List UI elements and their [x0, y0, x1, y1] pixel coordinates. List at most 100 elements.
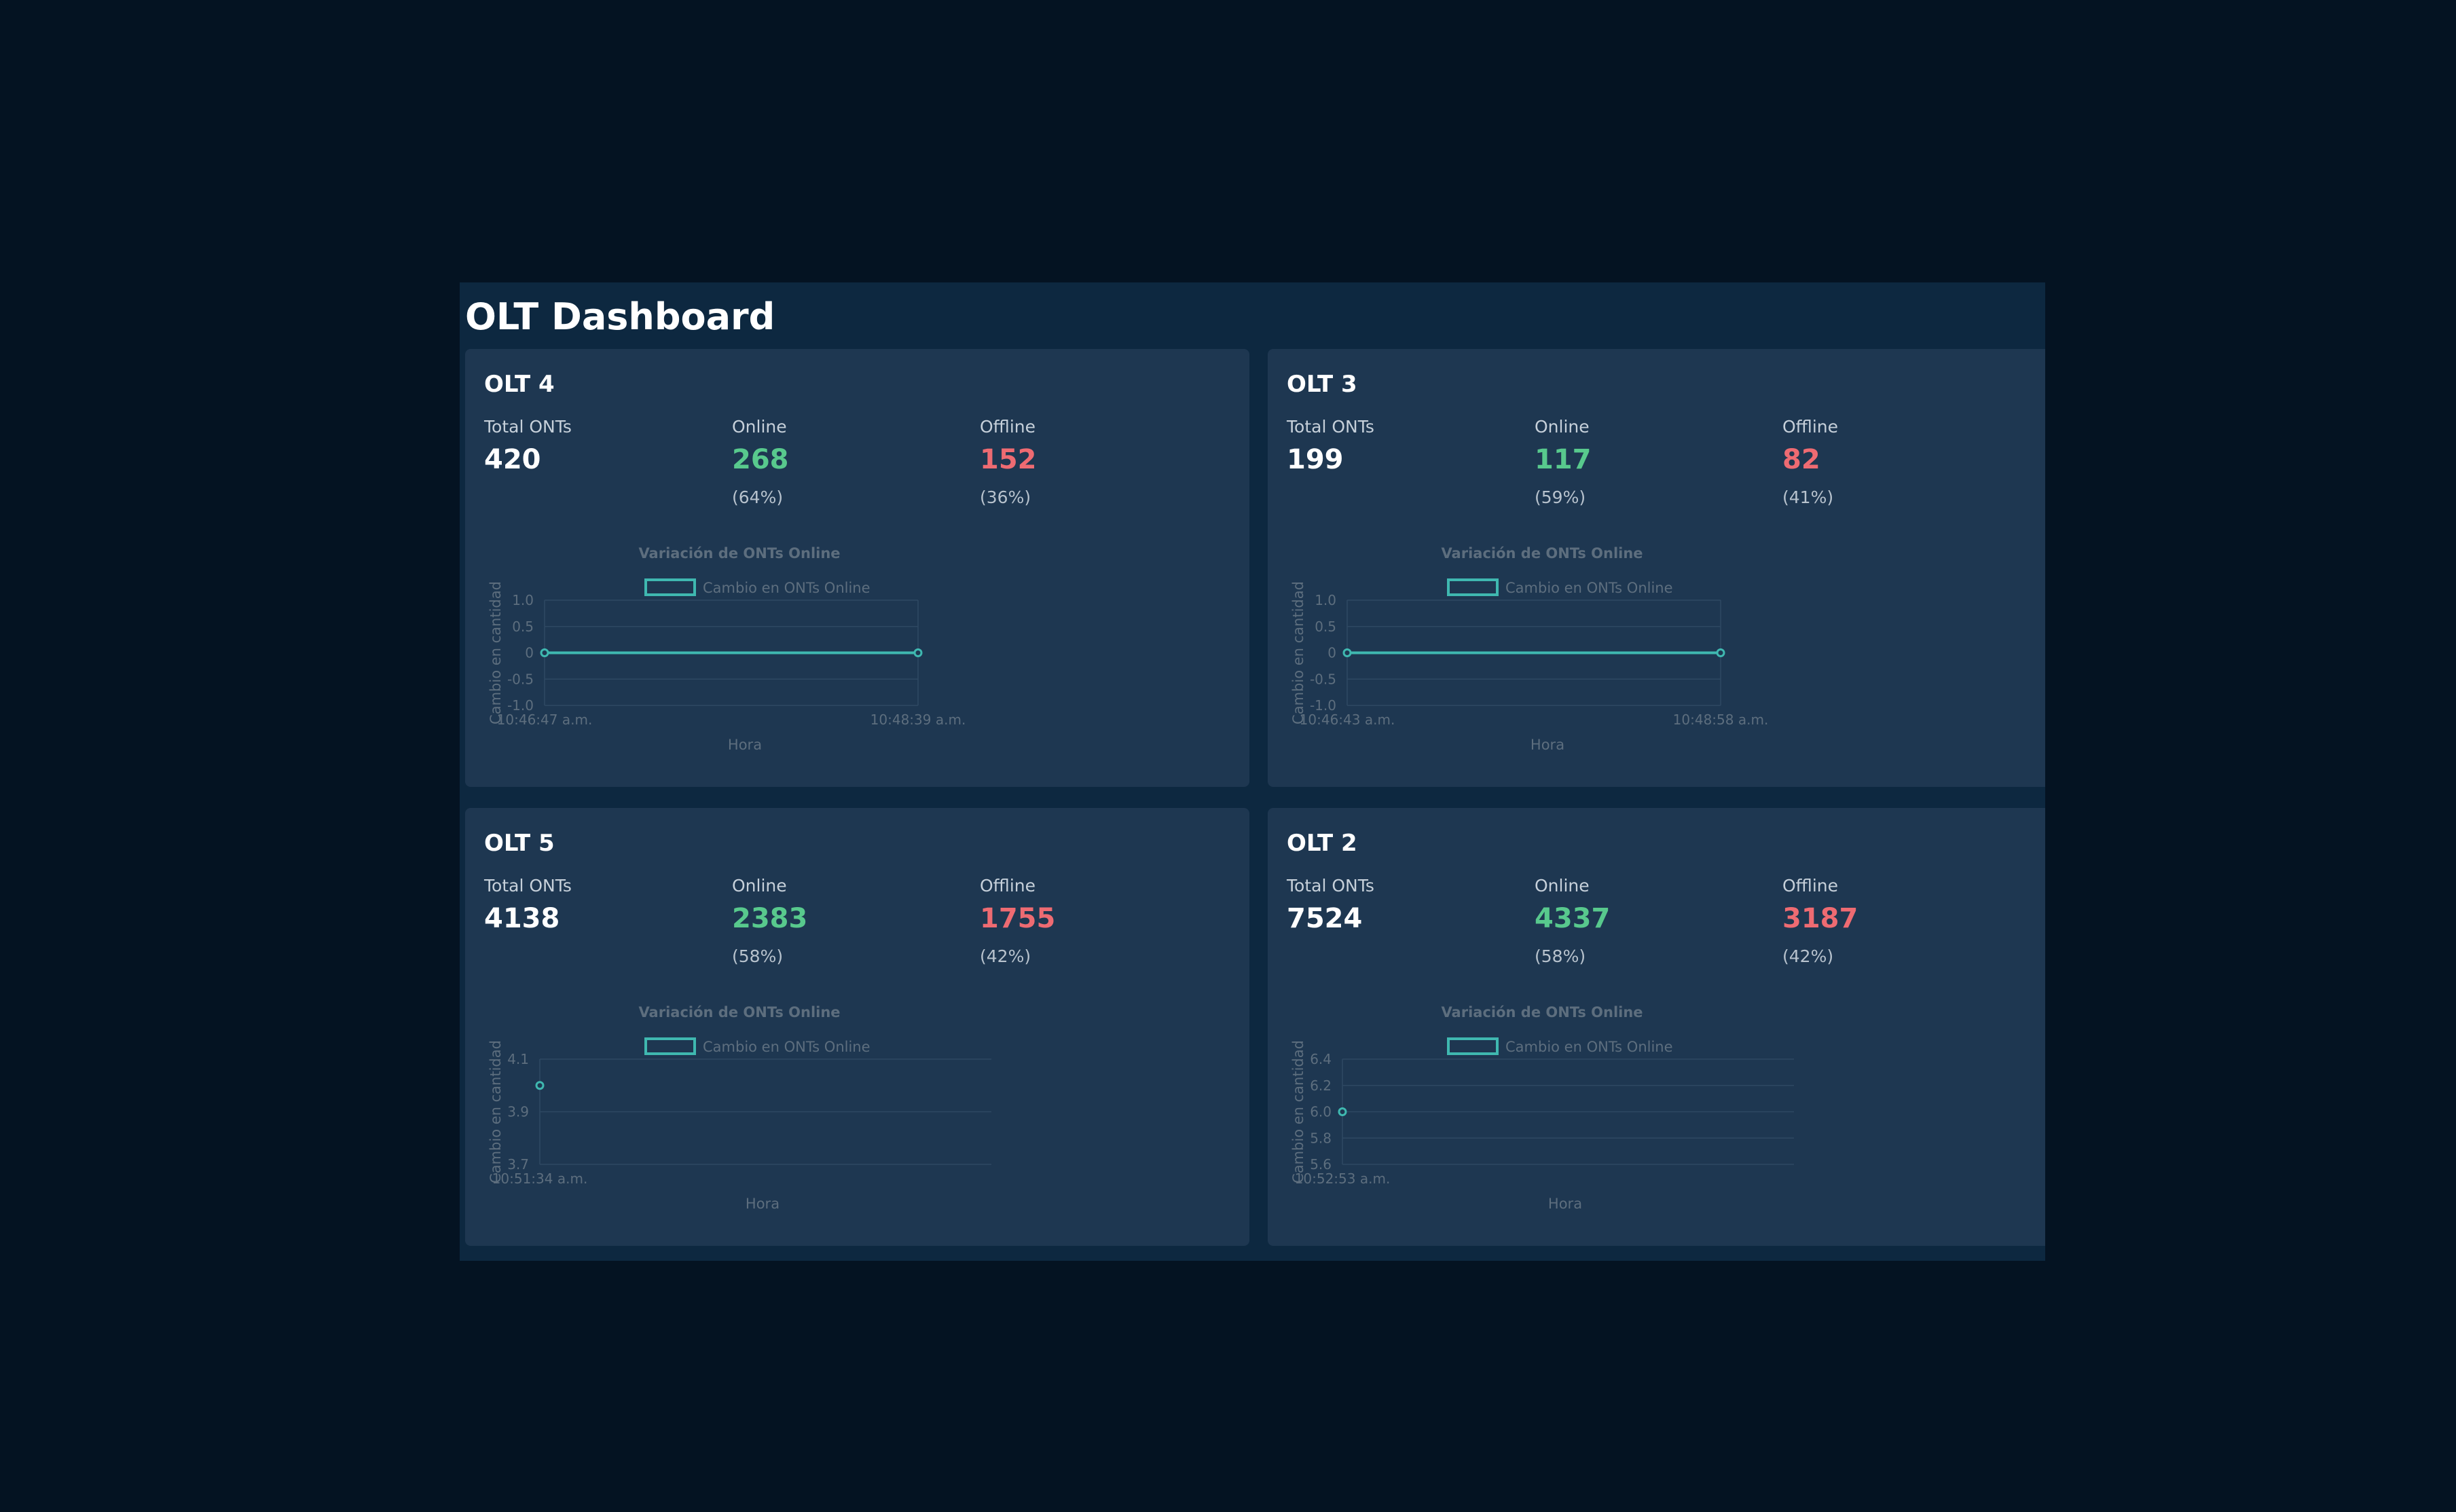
y-axis-label: Cambio en cantidad	[1290, 581, 1306, 724]
stat-percent: (41%)	[1782, 487, 1834, 507]
stat-value: 3187	[1782, 903, 1858, 934]
stat-offline: Offline 82 (41%)	[1782, 416, 1986, 509]
y-tick-label: 4.1	[507, 1051, 529, 1067]
x-axis-label: Hora	[746, 1196, 780, 1212]
olt-card: OLT 4 Total ONTs 420 Online 268 (64%) Of…	[465, 349, 1249, 787]
stat-offline: Offline 152 (36%)	[980, 416, 1184, 509]
stat-label: Online	[732, 876, 787, 896]
stat-total: Total ONTs 7524	[1287, 874, 1490, 937]
stat-label: Online	[1535, 876, 1590, 896]
x-axis-label: Hora	[728, 737, 762, 753]
stat-value: 7524	[1287, 903, 1363, 934]
x-axis-label: Hora	[1531, 737, 1564, 753]
stat-percent: (64%)	[732, 487, 784, 507]
x-tick-label: 10:51:34 a.m.	[492, 1170, 588, 1187]
stat-value: 4138	[484, 903, 560, 934]
stat-total: Total ONTs 420	[484, 416, 688, 478]
card-title: OLT 4	[484, 371, 555, 398]
legend-swatch	[644, 578, 696, 596]
stat-value: 420	[484, 444, 541, 475]
stat-percent: (36%)	[980, 487, 1031, 507]
legend-swatch	[644, 1037, 696, 1055]
legend-label: Cambio en ONTs Online	[703, 1039, 870, 1055]
y-tick-label: 3.9	[507, 1104, 529, 1120]
legend-label: Cambio en ONTs Online	[1505, 1039, 1673, 1055]
stat-label: Offline	[1782, 876, 1839, 896]
data-point	[540, 648, 549, 657]
legend-label: Cambio en ONTs Online	[1505, 580, 1673, 596]
stat-online: Online 117 (59%)	[1535, 416, 1738, 509]
online-variation-chart: Variación de ONTs Online Cambio en ONTs O…	[488, 1004, 991, 1212]
stat-value: 2383	[732, 903, 808, 934]
y-tick-label: 6.0	[1310, 1104, 1332, 1120]
stat-value: 82	[1782, 444, 1820, 475]
stat-online: Online 4337 (58%)	[1535, 874, 1738, 968]
online-variation-chart: Variación de ONTs Online Cambio en ONTs O…	[488, 545, 966, 753]
card-title: OLT 5	[484, 830, 555, 857]
dashboard-panel: OLT Dashboard OLT 4 Total ONTs 420 Onlin…	[460, 282, 2045, 1261]
stat-total: Total ONTs 199	[1287, 416, 1490, 478]
y-axis-label: Cambio en cantidad	[488, 1040, 504, 1183]
stat-label: Offline	[1782, 417, 1839, 437]
stat-percent: (58%)	[732, 946, 784, 966]
y-tick-label: 1.0	[512, 592, 534, 608]
stat-online: Online 268 (64%)	[732, 416, 936, 509]
y-tick-label: 0.5	[1315, 619, 1336, 635]
stat-value: 1755	[980, 903, 1056, 934]
y-tick-label: 6.4	[1310, 1051, 1332, 1067]
data-point	[913, 648, 923, 657]
y-tick-label: 5.8	[1310, 1130, 1332, 1146]
x-axis-label: Hora	[1548, 1196, 1582, 1212]
y-tick-label: 0	[525, 645, 534, 661]
stat-label: Total ONTs	[1287, 876, 1374, 896]
legend-label: Cambio en ONTs Online	[703, 580, 870, 596]
data-point	[535, 1081, 545, 1090]
stat-value: 4337	[1535, 903, 1611, 934]
chart-title: Variación de ONTs Online	[638, 1004, 840, 1020]
stat-online: Online 2383 (58%)	[732, 874, 936, 968]
stat-value: 268	[732, 444, 789, 475]
card-title: OLT 2	[1287, 830, 1357, 857]
y-tick-label: 0.5	[512, 619, 534, 635]
y-tick-label: -0.5	[507, 671, 534, 687]
stat-label: Offline	[980, 876, 1036, 896]
olt-card: OLT 5 Total ONTs 4138 Online 2383 (58%) …	[465, 808, 1249, 1246]
chart-title: Variación de ONTs Online	[1441, 545, 1643, 561]
stat-label: Offline	[980, 417, 1036, 437]
y-tick-label: -0.5	[1310, 671, 1336, 687]
page-title: OLT Dashboard	[465, 295, 775, 338]
y-tick-label: 1.0	[1315, 592, 1336, 608]
y-axis-label: Cambio en cantidad	[488, 581, 504, 724]
chart-title: Variación de ONTs Online	[1441, 1004, 1643, 1020]
stat-value: 152	[980, 444, 1037, 475]
data-point	[1716, 648, 1725, 657]
x-tick-label: 10:52:53 a.m.	[1295, 1170, 1391, 1187]
stat-label: Online	[1535, 417, 1590, 437]
x-tick-label: 10:48:58 a.m.	[1673, 712, 1769, 728]
y-tick-label: 0	[1327, 645, 1336, 661]
stat-value: 117	[1535, 444, 1592, 475]
data-point	[1342, 648, 1352, 657]
stat-percent: (42%)	[1782, 946, 1834, 966]
chart-title: Variación de ONTs Online	[638, 545, 840, 561]
stat-label: Total ONTs	[484, 417, 572, 437]
stat-label: Total ONTs	[484, 876, 572, 896]
stat-percent: (58%)	[1535, 946, 1586, 966]
x-tick-label: 10:46:47 a.m.	[497, 712, 593, 728]
legend-swatch	[1447, 578, 1499, 596]
y-axis-label: Cambio en cantidad	[1290, 1040, 1306, 1183]
stat-percent: (42%)	[980, 946, 1031, 966]
stat-value: 199	[1287, 444, 1344, 475]
online-variation-chart: Variación de ONTs Online Cambio en ONTs O…	[1290, 1004, 1794, 1212]
stat-offline: Offline 1755 (42%)	[980, 874, 1184, 968]
stat-total: Total ONTs 4138	[484, 874, 688, 937]
stat-offline: Offline 3187 (42%)	[1782, 874, 1986, 968]
x-tick-label: 10:46:43 a.m.	[1300, 712, 1395, 728]
x-tick-label: 10:48:39 a.m.	[870, 712, 966, 728]
stat-percent: (59%)	[1535, 487, 1586, 507]
olt-card: OLT 2 Total ONTs 7524 Online 4337 (58%) …	[1268, 808, 2045, 1246]
online-variation-chart: Variación de ONTs Online Cambio en ONTs O…	[1290, 545, 1769, 753]
legend-swatch	[1447, 1037, 1499, 1055]
olt-card: OLT 3 Total ONTs 199 Online 117 (59%) Of…	[1268, 349, 2045, 787]
stat-label: Total ONTs	[1287, 417, 1374, 437]
